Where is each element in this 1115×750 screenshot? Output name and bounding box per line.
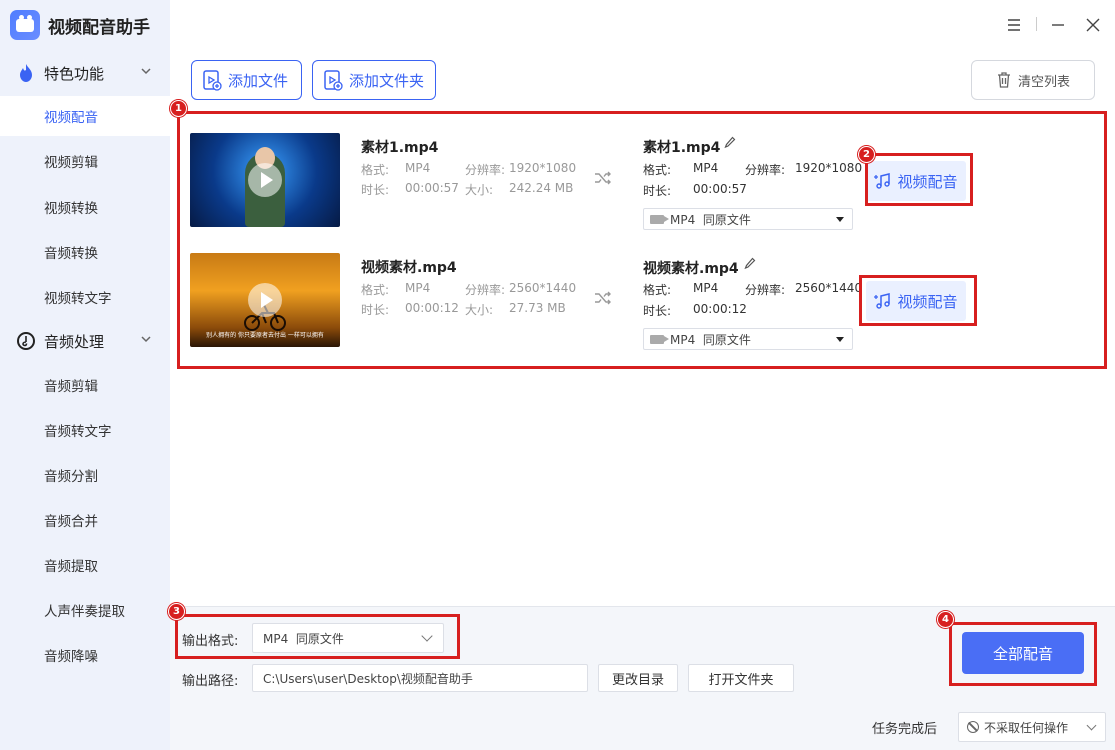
highlight-box-dub-button-1 [865, 153, 973, 206]
output-path-input[interactable] [252, 664, 588, 692]
app-name: 视频配音助手 [48, 17, 150, 38]
sidebar-group-label: 音频处理 [44, 332, 105, 351]
music-disc-icon [16, 331, 36, 351]
highlight-box-file-list [177, 111, 1107, 369]
add-folder-icon [324, 70, 343, 91]
add-folder-label: 添加文件夹 [349, 71, 425, 90]
sidebar-item-audio-edit[interactable]: 音频剪辑 [0, 365, 170, 405]
add-file-label: 添加文件 [228, 71, 289, 90]
sidebar: 视频配音助手 特色功能 视频配音 视频剪辑 视频转换 音频转换 视频转文字 音频… [0, 0, 170, 750]
sidebar-group-audio[interactable]: 音频处理 [0, 323, 170, 359]
flame-icon [16, 63, 36, 83]
open-folder-button[interactable]: 打开文件夹 [688, 664, 794, 692]
after-task-select[interactable]: 不采取任何操作 [958, 712, 1106, 742]
highlight-box-output-format [175, 614, 460, 659]
menu-icon[interactable] [1003, 14, 1025, 36]
annotation-badge: 4 [937, 611, 954, 628]
sidebar-item-video-edit[interactable]: 视频剪辑 [0, 141, 170, 181]
clear-list-button[interactable]: 清空列表 [971, 60, 1095, 100]
sidebar-item-video-to-text[interactable]: 视频转文字 [0, 277, 170, 317]
annotation-badge: 3 [168, 603, 185, 620]
add-folder-button[interactable]: 添加文件夹 [312, 60, 436, 100]
sidebar-item-audio-denoise[interactable]: 音频降噪 [0, 635, 170, 675]
add-file-button[interactable]: 添加文件 [191, 60, 302, 100]
annotation-badge: 1 [170, 100, 187, 117]
sidebar-item-vocal-extract[interactable]: 人声伴奏提取 [0, 590, 170, 630]
ban-icon [967, 721, 979, 733]
chevron-down-icon [141, 336, 151, 343]
sidebar-item-video-convert[interactable]: 视频转换 [0, 187, 170, 227]
app-title-bar: 视频配音助手 [10, 8, 150, 42]
sidebar-item-audio-split[interactable]: 音频分割 [0, 455, 170, 495]
annotation-badge: 2 [858, 146, 875, 163]
trash-icon [997, 72, 1010, 88]
highlight-box-dub-all [949, 622, 1097, 686]
minimize-icon[interactable] [1047, 14, 1069, 36]
add-file-icon [203, 70, 222, 91]
sidebar-item-audio-extract[interactable]: 音频提取 [0, 545, 170, 585]
after-task-label: 任务完成后 [872, 722, 938, 737]
after-task-value: 不采取任何操作 [984, 720, 1069, 735]
change-directory-button[interactable]: 更改目录 [598, 664, 678, 692]
chevron-down-icon [141, 68, 151, 75]
output-path-label: 输出路径: [182, 674, 239, 689]
chevron-down-icon [1086, 720, 1097, 731]
app-logo-icon [10, 10, 40, 40]
window-control-divider [1036, 17, 1037, 31]
sidebar-item-video-dubbing[interactable]: 视频配音 [0, 96, 170, 136]
sidebar-item-audio-to-text[interactable]: 音频转文字 [0, 410, 170, 450]
sidebar-item-audio-convert[interactable]: 音频转换 [0, 232, 170, 272]
sidebar-group-features[interactable]: 特色功能 [0, 55, 170, 91]
sidebar-group-label: 特色功能 [44, 64, 105, 83]
sidebar-item-audio-merge[interactable]: 音频合并 [0, 500, 170, 540]
highlight-box-dub-button-2 [859, 275, 977, 326]
close-icon[interactable] [1082, 14, 1104, 36]
clear-list-label: 清空列表 [1017, 74, 1070, 90]
